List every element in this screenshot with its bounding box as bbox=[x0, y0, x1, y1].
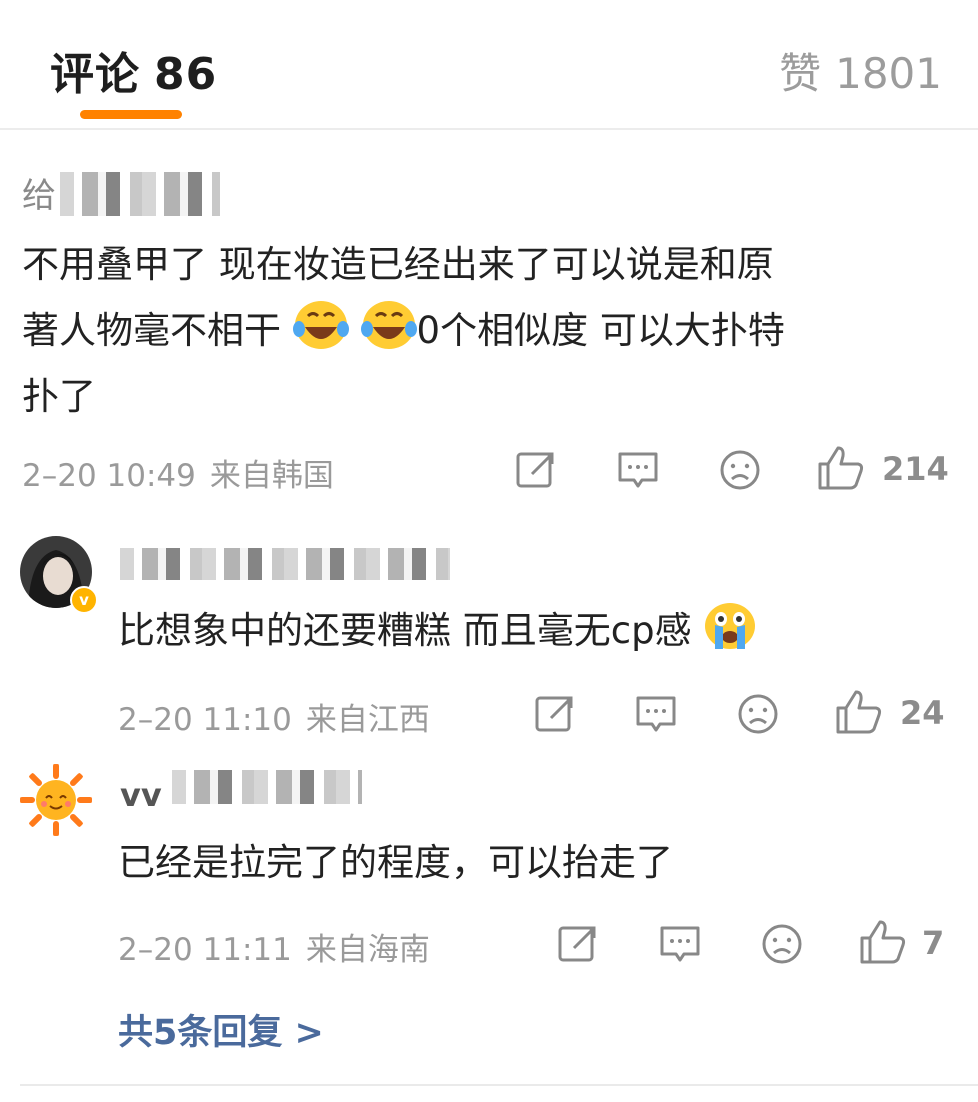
divider bbox=[20, 1084, 978, 1086]
mosaic-username bbox=[172, 770, 362, 804]
crying-emoji-icon bbox=[705, 603, 756, 649]
tab-comments-label: 评论 bbox=[50, 49, 140, 100]
reply-body: 比想象中的还要糟糕 而且毫无cp感 bbox=[118, 598, 757, 664]
dislike-face-icon[interactable] bbox=[760, 922, 804, 966]
avatar[interactable] bbox=[20, 764, 92, 836]
comment-line-2-text: 著人物毫不相干 bbox=[22, 309, 281, 352]
like-icon[interactable] bbox=[858, 918, 908, 966]
like-icon[interactable] bbox=[816, 444, 866, 492]
reply-body: 已经是拉完了的程度，可以抬走了 bbox=[118, 830, 673, 896]
dislike-face-icon[interactable] bbox=[736, 692, 780, 736]
mosaic-username bbox=[120, 548, 450, 580]
comment-line-2: 著人物毫不相干 0个相似度 可以大扑特 bbox=[22, 298, 785, 364]
comment-body: 不用叠甲了 现在妆造已经出来了可以说是和原 著人物毫不相干 0个相似度 可以大扑… bbox=[22, 232, 785, 430]
laugh-cry-icon bbox=[360, 301, 417, 349]
more-replies-link[interactable]: 共5条回复 > bbox=[118, 1004, 324, 1055]
reply-to-label: 给 bbox=[22, 168, 56, 217]
tab-comments[interactable]: 评论 86 bbox=[50, 38, 217, 102]
sun-avatar-icon bbox=[20, 764, 92, 836]
comment-location: 来自韩国 bbox=[209, 458, 334, 494]
reply-like-count: 24 bbox=[900, 694, 945, 732]
laugh-cry-icon bbox=[292, 301, 349, 349]
comment-line-1: 不用叠甲了 现在妆造已经出来了可以说是和原 bbox=[22, 243, 774, 286]
reply-username[interactable]: vv bbox=[120, 776, 162, 814]
verified-badge-label: v bbox=[79, 591, 89, 609]
likes-count: 1801 bbox=[835, 49, 942, 98]
share-icon[interactable] bbox=[556, 922, 600, 966]
mosaic-username bbox=[60, 172, 220, 216]
active-tab-indicator bbox=[80, 110, 182, 119]
reply-prefix: 给 bbox=[22, 176, 56, 216]
comment-icon[interactable] bbox=[658, 922, 702, 966]
reply-location: 来自海南 bbox=[305, 932, 430, 968]
comment-like-count: 214 bbox=[882, 450, 949, 488]
tab-likes[interactable]: 赞 1801 bbox=[779, 40, 942, 101]
like-icon[interactable] bbox=[834, 688, 884, 736]
reply-meta: 2–20 11:11 来自海南 bbox=[118, 924, 430, 969]
share-icon[interactable] bbox=[514, 448, 558, 492]
comment-meta: 2–20 10:49 来自韩国 bbox=[22, 450, 334, 495]
reply-location: 来自江西 bbox=[305, 702, 430, 738]
reply-meta: 2–20 11:10 来自江西 bbox=[118, 694, 430, 739]
comment-time: 2–20 10:49 bbox=[22, 458, 196, 494]
reply-time: 2–20 11:10 bbox=[118, 702, 292, 738]
dislike-face-icon[interactable] bbox=[718, 448, 762, 492]
reply-text: 比想象中的还要糟糕 而且毫无cp感 bbox=[118, 609, 692, 652]
reply-like-count: 7 bbox=[922, 924, 945, 962]
comment-line-2-tail: 0个相似度 可以大扑特 bbox=[416, 309, 785, 352]
comments-header: 评论 86 赞 1801 bbox=[0, 0, 978, 130]
reply-text: 已经是拉完了的程度，可以抬走了 bbox=[118, 841, 673, 884]
comment-icon[interactable] bbox=[634, 692, 678, 736]
comment-icon[interactable] bbox=[616, 448, 660, 492]
share-icon[interactable] bbox=[533, 692, 577, 736]
verified-badge: v bbox=[70, 586, 98, 614]
tab-likes-label: 赞 bbox=[779, 49, 822, 98]
comment-count: 86 bbox=[154, 49, 218, 100]
reply-time: 2–20 11:11 bbox=[118, 932, 292, 968]
comment-line-3: 扑了 bbox=[22, 375, 96, 418]
